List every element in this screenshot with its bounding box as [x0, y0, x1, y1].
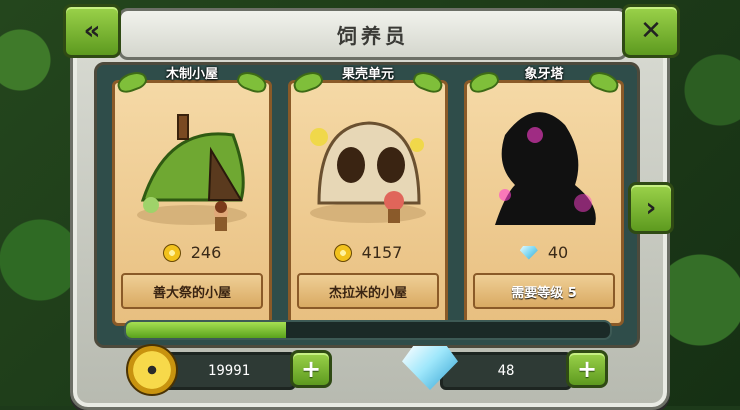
add-coins-button[interactable]: +	[290, 350, 332, 388]
scroll-progress-bar[interactable]	[124, 320, 612, 340]
chevron-right-icon: ›	[645, 193, 657, 223]
next-page-button[interactable]: ›	[628, 182, 674, 234]
card-title: 木制小屋	[165, 67, 218, 82]
card-title: 果壳单元	[341, 67, 394, 82]
card-footer-banner: 杰拉米的小屋	[297, 273, 439, 309]
price-row: 40	[467, 243, 621, 262]
shop-card-shell-unit[interactable]: 果壳单元 4157 杰拉米的小屋	[288, 67, 448, 326]
shop-card-ivory-tower[interactable]: 象牙塔 40 需要等级 5	[464, 67, 624, 326]
price-value: 40	[547, 243, 569, 262]
title-bar: 饲养员	[118, 8, 628, 60]
coin-icon	[126, 344, 178, 396]
price-value: 246	[190, 243, 222, 262]
diamond-icon	[519, 245, 538, 260]
close-x-icon: ✕	[640, 16, 662, 46]
plus-icon: +	[576, 355, 598, 383]
coin-icon	[333, 243, 352, 262]
wooden-hut-image	[137, 114, 247, 231]
coin-balance: 19991	[207, 363, 251, 379]
price-row: 4157	[291, 243, 445, 262]
gem-balance-box: 48	[440, 352, 572, 390]
close-button[interactable]: ✕	[622, 4, 680, 58]
shell-hut-image	[310, 121, 426, 223]
gem-balance: 48	[497, 363, 515, 379]
card-footer-banner: 需要等级 5	[473, 273, 615, 309]
price-value: 4157	[361, 243, 403, 262]
price-row: 246	[115, 243, 269, 262]
locked-silhouette-image	[495, 112, 596, 225]
page-title: 饲养员	[337, 23, 409, 48]
card-title: 象牙塔	[524, 67, 564, 82]
progress-fill	[126, 322, 286, 338]
card-footer-banner: 善大祭的小屋	[121, 273, 263, 309]
coin-balance-box: 19991	[162, 352, 296, 390]
add-gems-button[interactable]: +	[566, 350, 608, 388]
shop-card-wooden-hut[interactable]: 木制小屋 246 善大祭的小屋	[112, 67, 272, 326]
double-chevron-left-icon: «	[83, 16, 101, 46]
coin-icon	[162, 243, 181, 262]
back-button[interactable]: «	[63, 4, 121, 58]
plus-icon: +	[300, 355, 322, 383]
